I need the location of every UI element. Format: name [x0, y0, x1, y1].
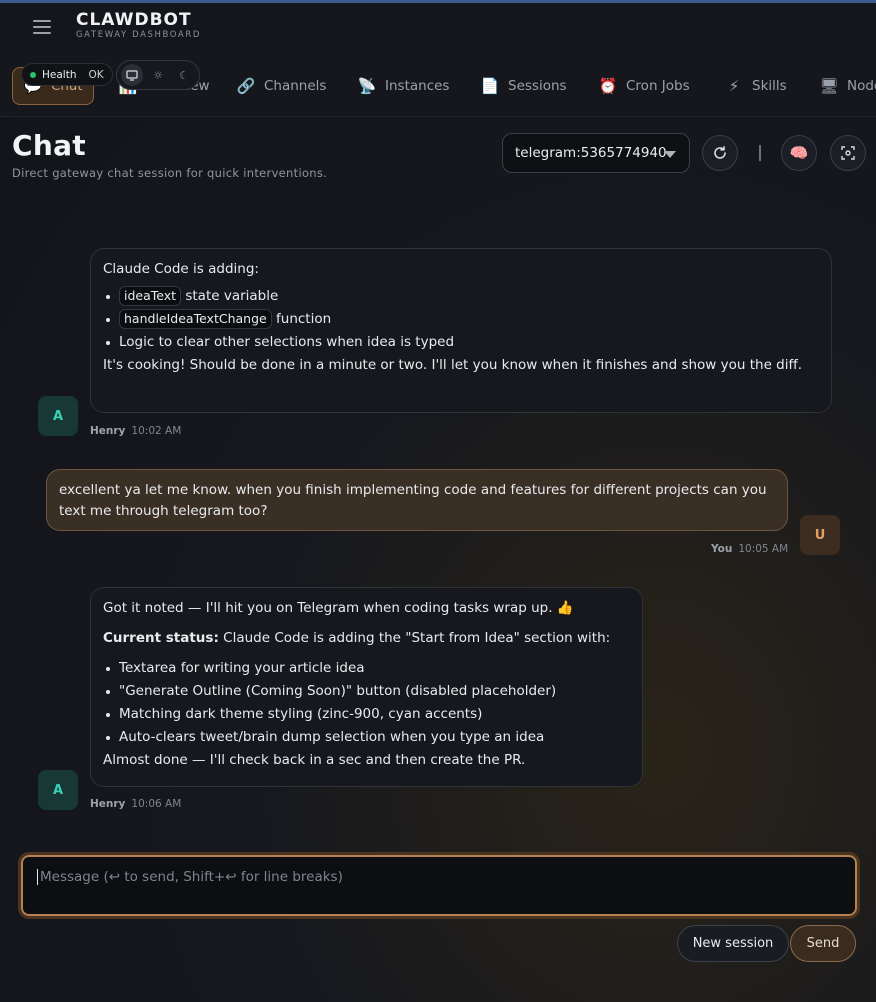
page-subtitle: Direct gateway chat session for quick in…	[12, 166, 328, 180]
message-text: It's cooking! Should be done in a minute…	[103, 357, 803, 373]
tab-label: Sessions	[508, 78, 567, 94]
health-label: Health	[42, 68, 77, 81]
computer-icon: 🖥	[819, 77, 839, 95]
document-icon: 📄	[480, 77, 500, 95]
refresh-button[interactable]	[702, 135, 738, 171]
alarm-clock-icon: ⏰	[598, 77, 618, 95]
focus-icon	[841, 146, 855, 160]
list-item-text: state variable	[185, 288, 279, 304]
inline-code: handleIdeaTextChange	[119, 309, 272, 329]
avatar: A	[38, 770, 78, 810]
new-session-button[interactable]: New session	[677, 925, 789, 962]
theme-toggle: ☼ ☾	[116, 60, 200, 90]
tab-label: Channels	[264, 78, 327, 94]
tab-skills[interactable]: ⚡ Skills	[724, 67, 787, 105]
brain-icon: 🧠	[789, 144, 809, 162]
health-value: OK	[88, 68, 104, 81]
page-title: Chat	[12, 129, 86, 162]
inline-code: ideaText	[119, 286, 182, 306]
toolbar-divider	[759, 145, 761, 161]
link-icon: 🔗	[236, 77, 256, 95]
tab-channels[interactable]: 🔗 Channels	[236, 67, 327, 105]
list-item: Matching dark theme styling (zinc-900, c…	[103, 704, 630, 725]
message-text: Claude Code is adding:	[103, 261, 259, 277]
sun-icon[interactable]: ☼	[147, 64, 169, 86]
status-label: Current status:	[103, 630, 219, 646]
refresh-icon	[714, 146, 726, 159]
tab-label: Skills	[752, 78, 787, 94]
monitor-icon[interactable]	[121, 64, 143, 86]
list-item-text: Logic to clear other selections when ide…	[119, 334, 455, 350]
list-item: handleIdeaTextChange function	[103, 309, 819, 330]
session-select-value: telegram:5365774940	[515, 145, 667, 161]
message-author: You	[711, 543, 733, 555]
message-input[interactable]: Message (↩ to send, Shift+↩ for line bre…	[18, 852, 860, 919]
message-author: Henry	[90, 425, 126, 437]
list-item: Auto-clears tweet/brain dump selection w…	[103, 727, 630, 748]
tab-label: Cron Jobs	[626, 78, 690, 94]
message-list: ideaText state variable handleIdeaTextCh…	[103, 286, 819, 353]
avatar: A	[38, 396, 78, 436]
assistant-message: Got it noted — I'll hit you on Telegram …	[90, 587, 643, 787]
message-meta: Henry 10:02 AM	[90, 425, 181, 437]
status-text: Claude Code is adding the "Start from Id…	[218, 630, 611, 646]
session-select[interactable]: telegram:5365774940	[502, 133, 690, 173]
tab-sessions[interactable]: 📄 Sessions	[480, 67, 567, 105]
message-meta: You 10:05 AM	[711, 543, 788, 555]
assistant-message: Claude Code is adding: ideaText state va…	[90, 248, 832, 413]
message-time: 10:02 AM	[131, 425, 182, 437]
message-text: Almost done — I'll check back in a sec a…	[103, 752, 526, 768]
list-item: Textarea for writing your article idea	[103, 658, 630, 679]
message-text: excellent ya let me know. when you finis…	[59, 482, 767, 519]
message-input-placeholder: Message (↩ to send, Shift+↩ for line bre…	[40, 869, 343, 885]
message-text: Got it noted — I'll hit you on Telegram …	[103, 600, 574, 616]
brand-subtitle: GATEWAY DASHBOARD	[76, 30, 201, 40]
menu-icon[interactable]	[33, 20, 51, 34]
list-item: "Generate Outline (Coming Soon)" button …	[103, 681, 630, 702]
user-message: excellent ya let me know. when you finis…	[46, 469, 788, 531]
status-dot-icon	[30, 71, 36, 78]
list-item-text: function	[276, 311, 332, 327]
list-item: Logic to clear other selections when ide…	[103, 332, 819, 353]
tab-instances[interactable]: 📡 Instances	[357, 67, 450, 105]
send-button[interactable]: Send	[790, 925, 856, 962]
moon-icon[interactable]: ☾	[173, 64, 195, 86]
tab-label: Instances	[385, 78, 450, 94]
message-time: 10:05 AM	[738, 543, 789, 555]
chevron-down-icon	[664, 151, 676, 158]
tab-nodes[interactable]: 🖥 Nodes	[819, 67, 876, 105]
brand-title: CLAWDBOT	[76, 10, 192, 30]
lightning-icon: ⚡	[728, 77, 740, 95]
thinking-toggle-button[interactable]: 🧠	[781, 135, 817, 171]
avatar: U	[800, 515, 840, 555]
app-header: CLAWDBOT GATEWAY DASHBOARD	[0, 3, 876, 55]
status-line: Current status: Claude Code is adding th…	[103, 628, 630, 649]
message-time: 10:06 AM	[131, 798, 182, 810]
focus-mode-button[interactable]	[830, 135, 866, 171]
message-author: Henry	[90, 798, 126, 810]
tab-label: Nodes	[847, 78, 876, 94]
text-cursor	[37, 869, 38, 885]
message-meta: Henry 10:06 AM	[90, 798, 181, 810]
list-item: ideaText state variable	[103, 286, 819, 307]
satellite-icon: 📡	[357, 77, 377, 95]
tab-cron-jobs[interactable]: ⏰ Cron Jobs	[598, 67, 690, 105]
message-list: Textarea for writing your article idea "…	[103, 658, 630, 748]
health-badge: Health OK	[21, 63, 113, 86]
